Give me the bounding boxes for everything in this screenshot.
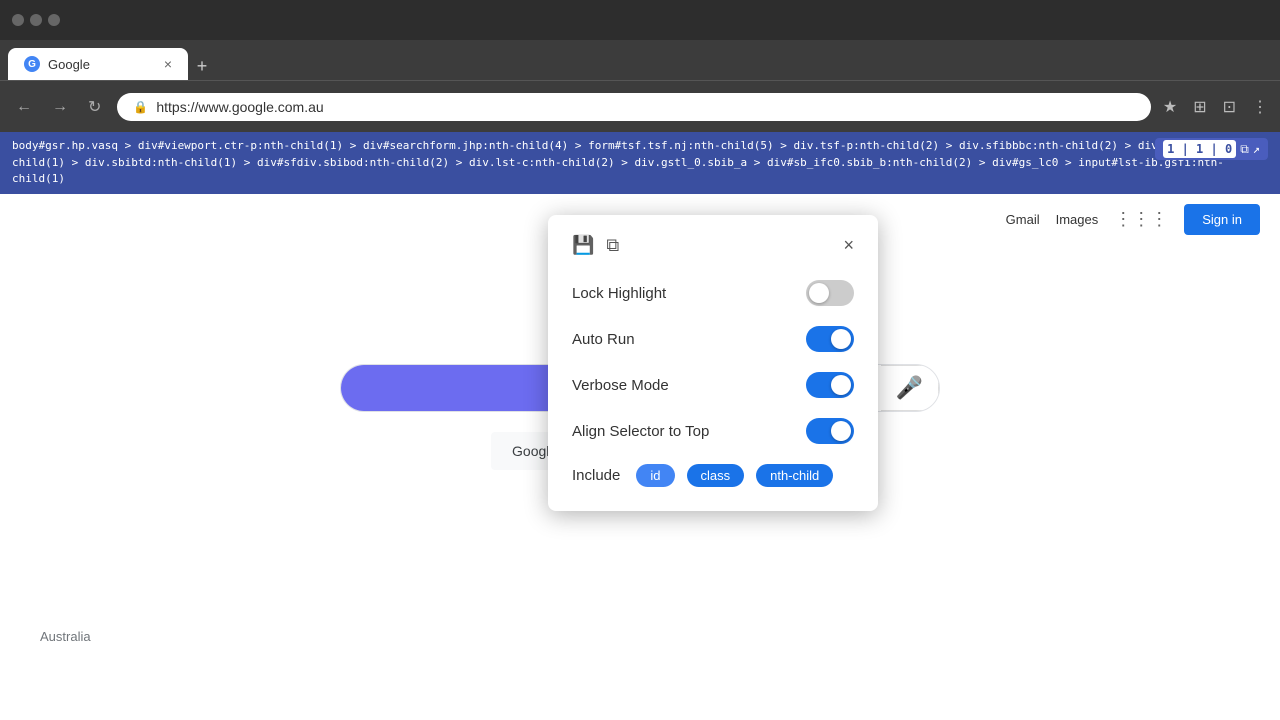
gmail-link[interactable]: Gmail xyxy=(1006,212,1040,227)
title-bar xyxy=(0,0,1280,40)
search-mic-area[interactable]: 🎤 xyxy=(881,365,939,411)
menu-icon[interactable]: ⋮ xyxy=(1252,97,1268,117)
new-tab-button[interactable]: + xyxy=(188,52,216,80)
apps-icon[interactable]: ⋮⋮⋮ xyxy=(1114,209,1168,230)
align-selector-knob xyxy=(831,421,851,441)
forward-button[interactable]: → xyxy=(48,94,72,120)
tag-nth-child[interactable]: nth-child xyxy=(756,464,833,487)
include-row: Include id class nth-child xyxy=(572,464,854,487)
verbose-mode-knob xyxy=(831,375,851,395)
lock-highlight-label: Lock Highlight xyxy=(572,285,666,302)
verbose-mode-label: Verbose Mode xyxy=(572,377,669,394)
bookmark-icon[interactable]: ★ xyxy=(1163,97,1177,117)
align-selector-label: Align Selector to Top xyxy=(572,423,709,440)
auto-run-row: Auto Run xyxy=(572,326,854,352)
minimize-traffic-light[interactable] xyxy=(30,14,42,26)
popup-panel: 💾 ⧉ × Lock Highlight Auto Run Verbose Mo… xyxy=(548,215,878,511)
address-input[interactable]: 🔒 https://www.google.com.au xyxy=(117,93,1150,121)
lock-highlight-toggle[interactable] xyxy=(806,280,854,306)
refresh-button[interactable]: ↻ xyxy=(84,93,105,121)
lock-highlight-row: Lock Highlight xyxy=(572,280,854,306)
tab-favicon: G xyxy=(24,56,40,72)
address-bar: ← → ↻ 🔒 https://www.google.com.au ★ ⊞ ⊡ … xyxy=(0,80,1280,132)
include-label: Include xyxy=(572,467,620,484)
selector-bar: body#gsr.hp.vasq > div#viewport.ctr-p:nt… xyxy=(0,132,1280,194)
counter-value: 1 | 1 | 0 xyxy=(1163,140,1236,158)
verbose-mode-row: Verbose Mode xyxy=(572,372,854,398)
counter-external-icon[interactable]: ↗ xyxy=(1253,140,1260,158)
align-selector-toggle[interactable] xyxy=(806,418,854,444)
tag-id[interactable]: id xyxy=(636,464,674,487)
popup-copy-icon[interactable]: ⧉ xyxy=(606,235,619,256)
popup-header: 💾 ⧉ × xyxy=(572,235,854,256)
auto-run-knob xyxy=(831,329,851,349)
traffic-lights xyxy=(12,14,60,26)
back-button[interactable]: ← xyxy=(12,94,36,120)
google-header: Gmail Images ⋮⋮⋮ Sign in xyxy=(986,194,1280,245)
cast-icon[interactable]: ⊡ xyxy=(1223,97,1236,117)
tab-bar: G Google × + xyxy=(0,40,1280,80)
maximize-traffic-light[interactable] xyxy=(48,14,60,26)
australia-link[interactable]: Australia xyxy=(40,629,91,644)
lock-icon: 🔒 xyxy=(133,100,148,114)
address-actions: ★ ⊞ ⊡ ⋮ xyxy=(1163,97,1268,117)
sign-in-button[interactable]: Sign in xyxy=(1184,204,1260,235)
counter-copy-icon[interactable]: ⧉ xyxy=(1240,140,1249,158)
align-selector-row: Align Selector to Top xyxy=(572,418,854,444)
selector-path-text: body#gsr.hp.vasq > div#viewport.ctr-p:nt… xyxy=(12,139,1257,185)
tag-class[interactable]: class xyxy=(687,464,745,487)
images-link[interactable]: Images xyxy=(1056,212,1099,227)
extensions-icon[interactable]: ⊞ xyxy=(1193,97,1206,117)
lock-highlight-knob xyxy=(809,283,829,303)
active-tab[interactable]: G Google × xyxy=(8,48,188,80)
tab-close-button[interactable]: × xyxy=(164,56,172,72)
tab-label: Google xyxy=(48,57,90,72)
close-traffic-light[interactable] xyxy=(12,14,24,26)
popup-action-icons: 💾 ⧉ xyxy=(572,235,619,256)
popup-close-button[interactable]: × xyxy=(843,235,854,256)
selector-counter: 1 | 1 | 0 ⧉ ↗ xyxy=(1155,138,1268,160)
verbose-mode-toggle[interactable] xyxy=(806,372,854,398)
auto-run-toggle[interactable] xyxy=(806,326,854,352)
url-text: https://www.google.com.au xyxy=(156,99,323,115)
auto-run-label: Auto Run xyxy=(572,331,635,348)
mic-icon[interactable]: 🎤 xyxy=(896,375,923,401)
popup-save-icon[interactable]: 💾 xyxy=(572,235,594,256)
